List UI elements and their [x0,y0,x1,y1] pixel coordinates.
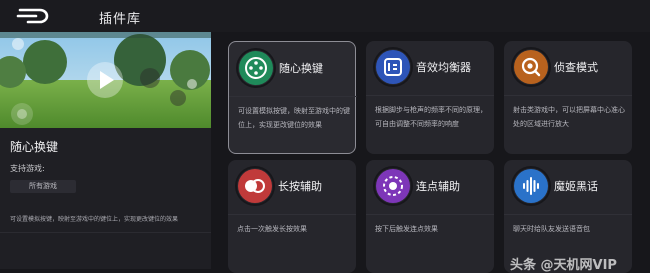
plugin-card-title: 侦查模式 [554,61,598,74]
plugin-card[interactable]: 连点辅助按下后触发连点效果 [366,160,494,273]
top-bar: 插件库 [0,0,650,32]
plugin-detail-panel: 随心换键 支持游戏: 所有游戏 可设置模拟按键，映射至游戏中的键位上，实现更改键… [0,32,211,269]
support-label: 支持游戏: [10,164,45,173]
card-divider [504,214,632,215]
plugin-card-description: 射击类游戏中，可以把屏幕中心准心处的区域进行放大 [513,106,625,128]
plugin-card-title: 长按辅助 [278,180,322,193]
page-title: 插件库 [99,12,142,27]
plugin-description: 可设置模拟按键，映射至游戏中的键位上，实现更改键位的效果 [10,216,179,223]
plugin-card-description: 可设置模拟按键，映射至游戏中的键位上，实现更改键位的效果 [238,107,350,129]
voice-wave-icon [513,168,549,204]
equalizer-icon [375,49,411,85]
game-scene-preview [0,32,211,128]
magnifier-icon [513,49,549,85]
remap-keys-icon [238,50,274,86]
plugin-card-description: 点击一次触发长按效果 [237,225,307,233]
supported-game-chip: 所有游戏 [10,180,76,193]
card-divider [366,95,494,96]
plugin-card-title: 随心换键 [279,62,323,75]
card-divider [366,214,494,215]
plugin-card-description: 根据脚步与枪声的频率不同的原理，可自由调整不同频率的响度 [375,106,487,128]
plugin-card-description: 聊天时给队友发送语音包 [513,225,590,233]
plugin-name: 随心换键 [10,140,59,154]
divider [0,232,211,233]
back-logo-icon[interactable] [14,7,50,25]
watermark-text: 头条 @天机网VIP [510,258,617,273]
card-divider [229,96,357,97]
plugin-card[interactable]: 长按辅助点击一次触发长按效果 [228,160,356,273]
card-divider [228,214,356,215]
long-press-icon [237,168,273,204]
card-divider [504,95,632,96]
plugin-card-title: 音效均衡器 [416,61,471,74]
plugin-card-title: 连点辅助 [416,180,460,193]
plugin-card-title: 魔姬黑话 [554,180,598,193]
plugin-card[interactable]: 随心换键可设置模拟按键，映射至游戏中的键位上，实现更改键位的效果 [228,41,357,154]
plugin-card[interactable]: 音效均衡器根据脚步与枪声的频率不同的原理，可自由调整不同频率的响度 [366,41,494,154]
auto-tap-icon [375,168,411,204]
plugin-card[interactable]: 侦查模式射击类游戏中，可以把屏幕中心准心处的区域进行放大 [504,41,632,154]
plugin-card-description: 按下后触发连点效果 [375,225,438,233]
